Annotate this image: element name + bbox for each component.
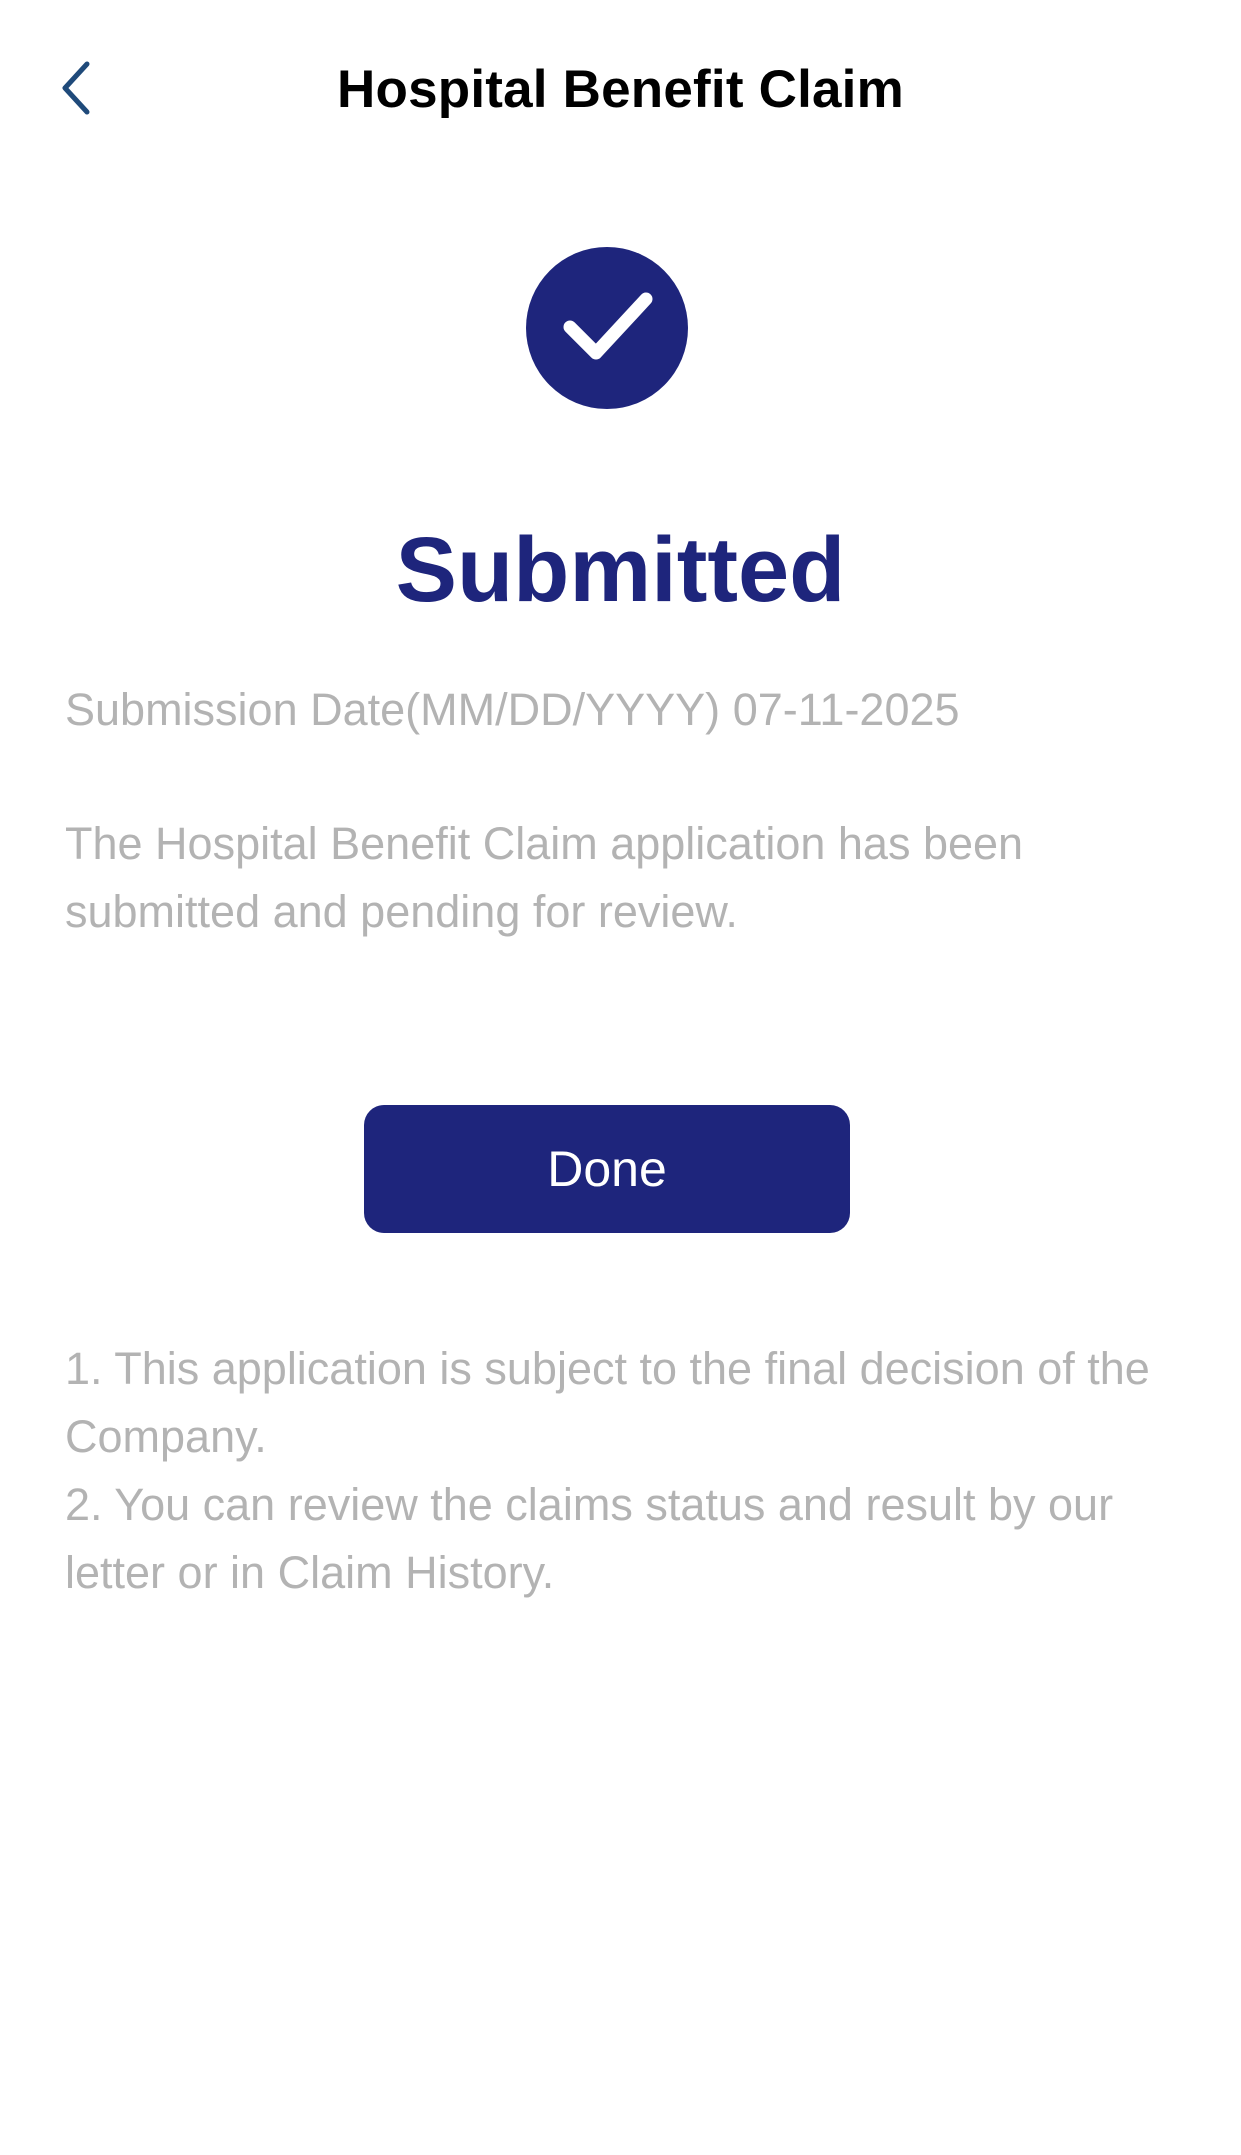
success-badge	[526, 247, 688, 409]
note-item: 1. This application is subject to the fi…	[65, 1343, 1150, 1462]
status-bar	[0, 0, 1241, 6]
done-button[interactable]: Done	[364, 1105, 850, 1233]
navigation-bar: Hospital Benefit Claim	[0, 40, 1241, 140]
submission-date: Submission Date(MM/DD/YYYY) 07-11-2025	[65, 680, 1205, 740]
page-title: Hospital Benefit Claim	[337, 60, 904, 119]
status-heading: Submitted	[395, 519, 846, 621]
submission-date-label: Submission Date(MM/DD/YYYY)	[65, 684, 721, 735]
submission-date-value: 07-11-2025	[732, 684, 960, 735]
check-icon	[552, 271, 662, 386]
confirmation-message: The Hospital Benefit Claim application h…	[65, 818, 1024, 937]
note-item: 2. You can review the claims status and …	[65, 1479, 1114, 1598]
notes-list: 1. This application is subject to the fi…	[65, 1335, 1225, 1607]
